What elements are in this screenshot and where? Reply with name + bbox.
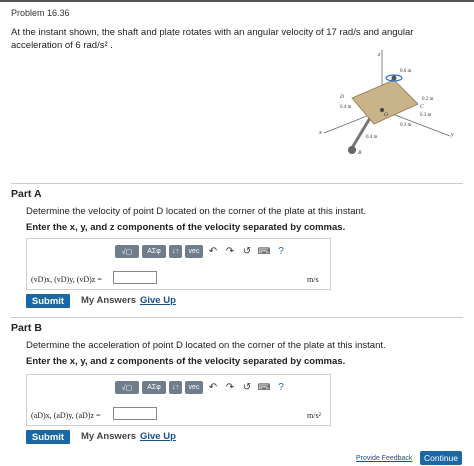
- reset-icon[interactable]: ↺: [240, 381, 254, 394]
- redo-icon[interactable]: ↷: [223, 245, 237, 258]
- part-b-instruction: Enter the x, y, and z components of the …: [26, 356, 346, 367]
- figure-label: 0.6 m: [400, 69, 412, 74]
- keyboard-icon[interactable]: ⌨: [257, 381, 271, 394]
- part-a-give-up-link[interactable]: Give Up: [140, 295, 176, 306]
- figure-label: D: [339, 94, 344, 100]
- part-b-give-up-link[interactable]: Give Up: [140, 431, 176, 442]
- problem-figure: z 0.6 m D 0.2 m 0.4 m C O 0.3 m 0.3 m 0.…: [318, 50, 454, 156]
- greek-letters-button[interactable]: AΣφ: [142, 245, 166, 258]
- top-border: [0, 0, 474, 2]
- figure-label: C: [420, 104, 424, 110]
- undo-icon[interactable]: ↶: [206, 381, 220, 394]
- bearing-top: [391, 75, 397, 81]
- keyboard-icon[interactable]: ⌨: [257, 245, 271, 258]
- figure-label: 0.4 m: [340, 105, 352, 110]
- figure-label: O: [384, 112, 388, 118]
- part-a-answer-label: (vD)x, (vD)y, (vD)z =: [31, 275, 102, 284]
- part-a-unit: m/s: [307, 275, 319, 284]
- greek-letters-button[interactable]: AΣφ: [142, 381, 166, 394]
- figure-label: 0.3 m: [400, 123, 412, 128]
- bearing-bottom: [348, 146, 356, 154]
- part-a-answer-box: √▢ AΣφ ↓↑ vec ↶ ↷ ↺ ⌨ ? (vD)x, (vD)y, (v…: [26, 238, 331, 290]
- figure-label: 0.4 m: [366, 135, 378, 140]
- part-b-question: Determine the acceleration of point D lo…: [26, 340, 386, 351]
- templates-button[interactable]: √▢: [115, 381, 139, 394]
- figure-label: B: [358, 150, 362, 156]
- part-a-question: Determine the velocity of point D locate…: [26, 206, 367, 217]
- section-divider: [11, 317, 463, 318]
- problem-text-line-1: At the instant shown, the shaft and plat…: [11, 27, 414, 38]
- part-a-answer-input[interactable]: [113, 271, 157, 284]
- part-a-submit-button[interactable]: Submit: [26, 294, 70, 308]
- help-icon[interactable]: ?: [274, 245, 288, 258]
- arrows-button[interactable]: ↓↑: [169, 245, 182, 258]
- part-a-toolbar: √▢ AΣφ ↓↑ vec ↶ ↷ ↺ ⌨ ?: [115, 245, 288, 258]
- part-a-instruction: Enter the x, y, and z components of the …: [26, 222, 346, 233]
- part-b-answer-label: (aD)x, (aD)y, (aD)z =: [31, 411, 101, 420]
- part-b-unit: m/s²: [307, 411, 321, 420]
- continue-button[interactable]: Continue: [420, 451, 462, 465]
- reset-icon[interactable]: ↺: [240, 245, 254, 258]
- provide-feedback-link[interactable]: Provide Feedback: [356, 455, 412, 462]
- section-divider: [11, 183, 463, 184]
- vector-button[interactable]: vec: [185, 245, 203, 258]
- vector-button[interactable]: vec: [185, 381, 203, 394]
- figure-label: 0.2 m: [422, 97, 434, 102]
- part-b-answer-input[interactable]: [113, 407, 157, 420]
- figure-label: y: [450, 132, 454, 138]
- problem-title: Problem 16.36: [11, 8, 70, 18]
- part-b-answer-box: √▢ AΣφ ↓↑ vec ↶ ↷ ↺ ⌨ ? (aD)x, (aD)y, (a…: [26, 374, 331, 426]
- undo-icon[interactable]: ↶: [206, 245, 220, 258]
- part-b-submit-button[interactable]: Submit: [26, 430, 70, 444]
- arrows-button[interactable]: ↓↑: [169, 381, 182, 394]
- part-a-my-answers-link[interactable]: My Answers: [81, 295, 136, 306]
- part-b-toolbar: √▢ AΣφ ↓↑ vec ↶ ↷ ↺ ⌨ ?: [115, 381, 288, 394]
- help-icon[interactable]: ?: [274, 381, 288, 394]
- redo-icon[interactable]: ↷: [223, 381, 237, 394]
- figure-label: x: [318, 130, 322, 136]
- part-b-title: Part B: [11, 322, 42, 334]
- figure-label: 0.3 m: [420, 113, 432, 118]
- templates-button[interactable]: √▢: [115, 245, 139, 258]
- figure-label: z: [377, 52, 381, 58]
- part-b-my-answers-link[interactable]: My Answers: [81, 431, 136, 442]
- part-a-title: Part A: [11, 188, 42, 200]
